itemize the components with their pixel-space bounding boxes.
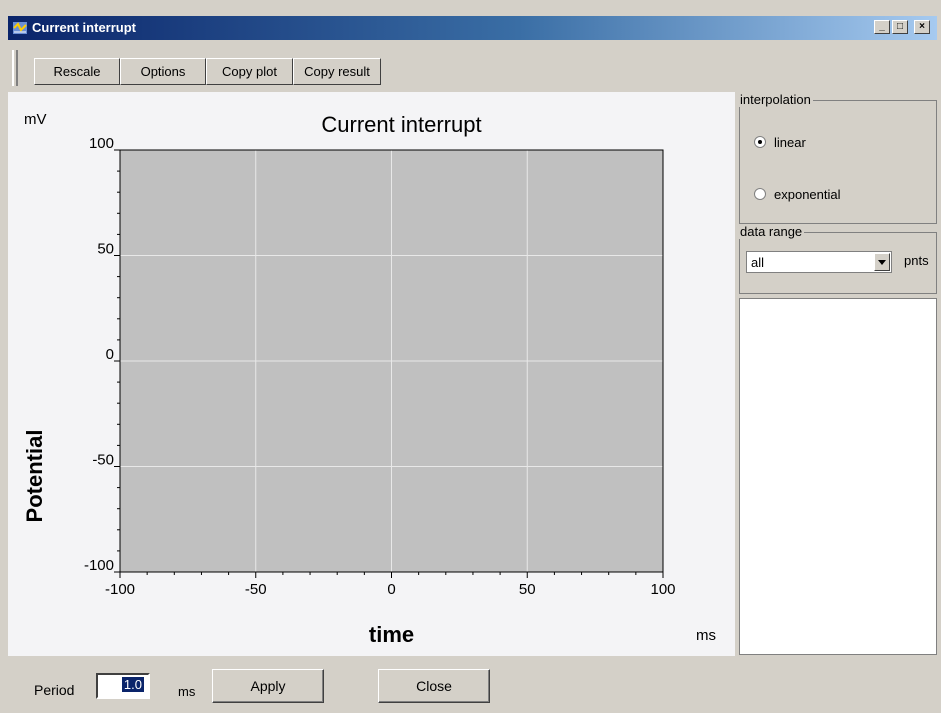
copy-result-button[interactable]: Copy result [293, 58, 381, 85]
maximize-button[interactable]: □ [892, 20, 908, 34]
period-label: Period [34, 682, 75, 698]
y-unit-label: mV [24, 111, 47, 128]
chevron-down-icon [878, 260, 886, 265]
toolbar: Rescale Options Copy plot Copy result [8, 48, 408, 90]
right-panel: interpolation linear exponential data ra… [737, 92, 941, 658]
app-icon [13, 22, 27, 34]
window-title: Current interrupt [32, 20, 136, 35]
x-tick-label: -100 [105, 581, 135, 598]
window: Current interrupt _ □ × Rescale Options … [0, 0, 941, 713]
title-bar[interactable]: Current interrupt _ □ × [8, 16, 937, 40]
results-panel [739, 298, 937, 655]
data-range-group-label: data range [738, 224, 805, 239]
data-range-unit: pnts [904, 253, 929, 268]
apply-button[interactable]: Apply [212, 669, 324, 703]
radio-exponential-label: exponential [774, 187, 841, 202]
x-unit-label: ms [696, 627, 716, 644]
options-button[interactable]: Options [120, 58, 206, 85]
toolbar-grip[interactable] [12, 50, 18, 86]
y-tick-label: 0 [106, 346, 114, 363]
interpolation-group-label: interpolation [738, 92, 813, 107]
x-tick-label: 100 [650, 581, 675, 598]
copy-plot-button[interactable]: Copy plot [206, 58, 293, 85]
radio-exponential-circle[interactable] [754, 188, 766, 200]
close-button[interactable]: Close [378, 669, 490, 703]
x-axis-label: time [369, 622, 414, 647]
period-unit: ms [178, 684, 196, 699]
radio-linear-circle[interactable] [754, 136, 766, 148]
radio-selected-dot [758, 140, 762, 144]
close-window-button[interactable]: × [914, 20, 930, 34]
y-tick-label: 100 [89, 135, 114, 152]
x-tick-label: 50 [519, 581, 536, 598]
rescale-button[interactable]: Rescale [34, 58, 120, 85]
period-input[interactable]: 1.0 [96, 673, 150, 699]
x-tick-label: -50 [245, 581, 267, 598]
data-range-select[interactable]: all [746, 251, 892, 273]
y-tick-label: -50 [92, 452, 114, 469]
y-axis-label: Potential [22, 430, 47, 523]
data-range-value: all [751, 255, 765, 270]
interpolation-group: interpolation linear exponential [738, 92, 937, 224]
dropdown-button[interactable] [874, 253, 890, 271]
plot-panel: -100 -50 0 50 100 100 50 0 -50 -100 Current interr… [8, 92, 735, 656]
x-tick-label: 0 [387, 581, 395, 598]
y-tick-label: -100 [84, 557, 114, 574]
y-tick-label: 50 [97, 241, 114, 258]
radio-linear-label: linear [774, 135, 806, 150]
radio-exponential[interactable]: exponential [754, 187, 904, 203]
minimize-button[interactable]: _ [874, 20, 890, 34]
radio-linear[interactable]: linear [754, 135, 874, 151]
chart-title: Current interrupt [321, 112, 481, 137]
period-value: 1.0 [121, 677, 144, 692]
bottom-bar: Period 1.0 ms Apply Close [0, 657, 941, 713]
data-range-group: data range all pnts [738, 224, 937, 294]
chart: -100 -50 0 50 100 100 50 0 -50 -100 Current interr… [22, 111, 716, 647]
